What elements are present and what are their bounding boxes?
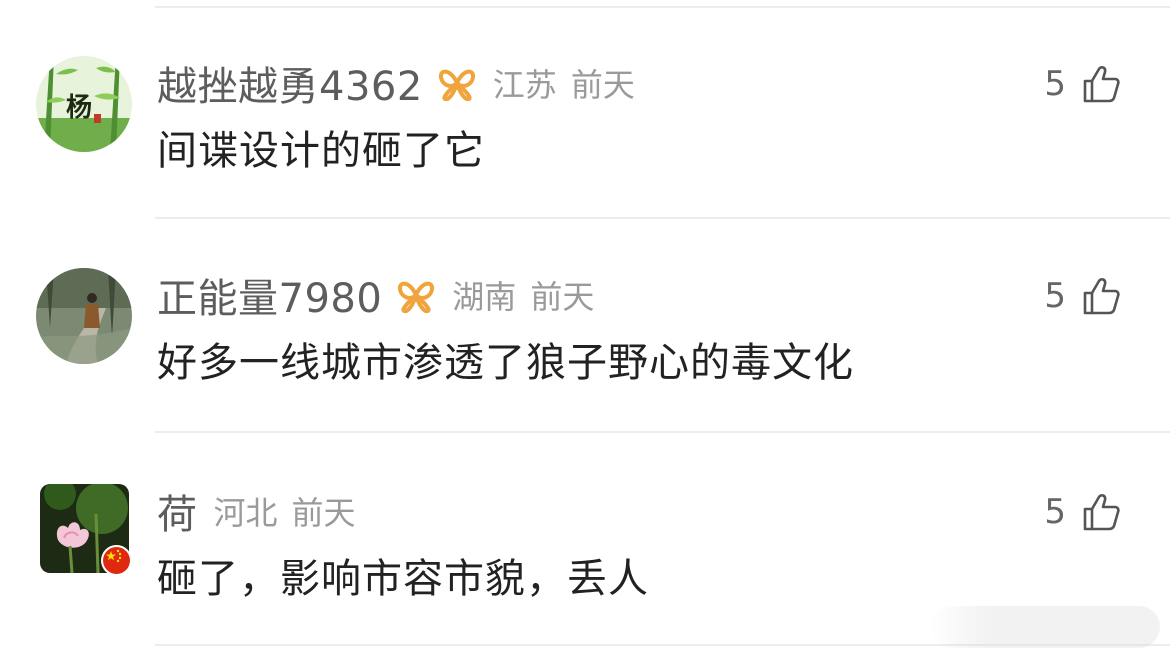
- like-button[interactable]: 5: [1044, 62, 1120, 106]
- like-button[interactable]: 5: [1044, 490, 1120, 534]
- divider: [155, 6, 1170, 8]
- comment-text: 好多一线城市渗透了狼子野心的毒文化: [157, 340, 854, 386]
- comment-meta: 正能量7980 湖南 前天: [157, 270, 595, 322]
- vip-butterfly-icon[interactable]: [437, 65, 477, 101]
- username[interactable]: 越挫越勇4362: [157, 54, 423, 112]
- comment-meta: 荷 河北 前天: [157, 486, 356, 538]
- china-flag-icon: [103, 547, 130, 574]
- comment-list: 杨 越挫越勇4362 江苏 前天 5 间谍设计的砸了它 正能量7980 湖南 前…: [0, 0, 1170, 656]
- location: 江苏: [492, 66, 557, 104]
- location: 河北: [213, 494, 278, 532]
- comment-text: 间谍设计的砸了它: [157, 128, 485, 174]
- vip-butterfly-icon[interactable]: [396, 277, 436, 313]
- location: 湖南: [452, 278, 517, 316]
- avatar-image: [36, 268, 132, 364]
- comment-item[interactable]: 正能量7980 湖南 前天 5 好多一线城市渗透了狼子野心的毒文化: [0, 268, 1170, 418]
- scroll-indicator[interactable]: [930, 606, 1160, 648]
- avatar[interactable]: 杨: [36, 56, 132, 152]
- timestamp: 前天: [570, 66, 635, 104]
- comment-text: 砸了，影响市容市貌，丢人: [157, 556, 649, 602]
- username[interactable]: 正能量7980: [157, 266, 382, 324]
- comment-meta: 越挫越勇4362 江苏 前天: [157, 58, 635, 110]
- like-count: 5: [1044, 492, 1066, 532]
- avatar-image: 杨: [36, 56, 132, 152]
- timestamp: 前天: [530, 278, 595, 316]
- divider: [155, 217, 1170, 219]
- divider: [155, 431, 1170, 433]
- thumbs-up-icon: [1083, 66, 1120, 103]
- like-button[interactable]: 5: [1044, 274, 1120, 318]
- username[interactable]: 荷: [157, 482, 198, 540]
- thumbs-up-icon: [1083, 278, 1120, 315]
- timestamp: 前天: [291, 494, 356, 532]
- thumbs-up-icon: [1083, 494, 1120, 531]
- like-count: 5: [1044, 64, 1066, 104]
- like-count: 5: [1044, 276, 1066, 316]
- comment-item[interactable]: 杨 越挫越勇4362 江苏 前天 5 间谍设计的砸了它: [0, 56, 1170, 206]
- svg-text:杨: 杨: [66, 93, 92, 123]
- avatar[interactable]: [36, 268, 132, 364]
